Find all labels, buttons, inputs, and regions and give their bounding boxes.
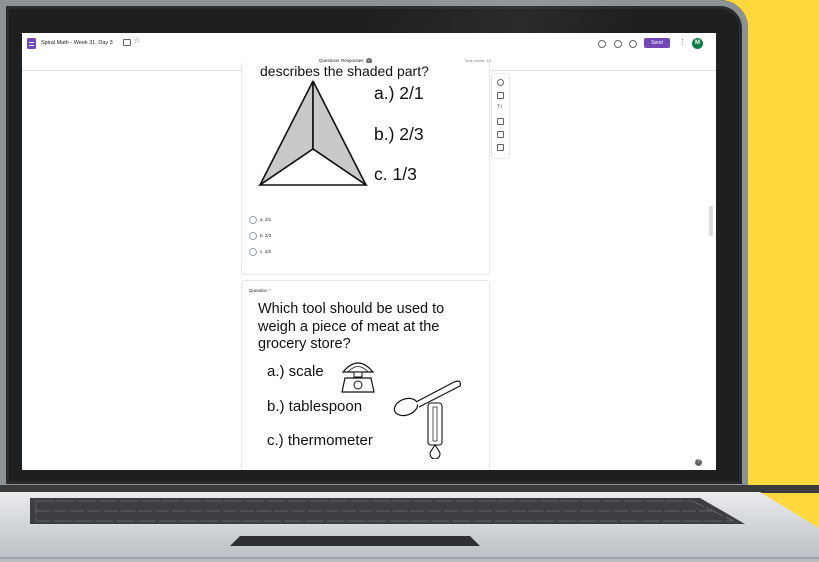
help-icon[interactable]: ? bbox=[695, 459, 702, 466]
add-question-icon[interactable] bbox=[497, 79, 504, 86]
question-image-text: Which tool should be used to weigh a pie… bbox=[258, 301, 445, 352]
thermometer-icon bbox=[427, 402, 443, 459]
scale-icon bbox=[341, 362, 375, 393]
shaded-triangle-image bbox=[258, 80, 368, 186]
star-icon[interactable]: ☆ bbox=[133, 36, 140, 46]
add-image-icon[interactable] bbox=[497, 118, 504, 125]
image-choice-b: b.) tablespoon bbox=[267, 398, 363, 415]
image-choice-a: a.) 2/1 bbox=[374, 83, 424, 103]
avatar[interactable]: M bbox=[692, 38, 703, 49]
question-label-text: Question bbox=[249, 288, 268, 293]
document-title[interactable]: Spiral Math - Week 31, Day 3 bbox=[41, 40, 113, 46]
palette-icon[interactable] bbox=[598, 40, 606, 48]
add-title-icon[interactable]: Tт bbox=[497, 105, 502, 110]
required-mark: * bbox=[268, 288, 271, 293]
image-choice-c: c. 1/3 bbox=[374, 164, 417, 184]
form-editor: describes the shaded part? a.) 2/1 b.) 2… bbox=[22, 63, 716, 470]
question-label: Question * bbox=[249, 288, 270, 293]
laptop-keyboard-deck bbox=[0, 492, 819, 562]
preview-eye-icon[interactable] bbox=[614, 40, 622, 48]
image-choice-a: a.) scale bbox=[267, 363, 324, 380]
forms-logo-icon[interactable] bbox=[27, 38, 36, 49]
send-button[interactable]: Send bbox=[644, 38, 670, 48]
screen: Spiral Math - Week 31, Day 3 ☆ Send ⋮ M … bbox=[22, 33, 716, 470]
question-card[interactable]: Question * Which tool should be used to … bbox=[241, 280, 490, 470]
question-card[interactable]: describes the shaded part? a.) 2/1 b.) 2… bbox=[241, 63, 490, 275]
radio-button[interactable] bbox=[249, 216, 257, 224]
add-section-icon[interactable] bbox=[497, 144, 504, 151]
image-choice-c: c.) thermometer bbox=[267, 432, 373, 449]
option-label: a. 2/1 bbox=[260, 217, 272, 222]
image-choice-b: b.) 2/3 bbox=[374, 124, 424, 144]
folder-icon[interactable] bbox=[123, 39, 131, 46]
radio-button[interactable] bbox=[249, 232, 257, 240]
add-video-icon[interactable] bbox=[497, 131, 504, 138]
more-options-icon[interactable]: ⋮ bbox=[679, 38, 686, 48]
import-questions-icon[interactable] bbox=[497, 92, 504, 99]
option-label: c. 1/3 bbox=[260, 249, 272, 254]
scrollbar-thumb[interactable] bbox=[709, 206, 713, 236]
laptop-lid: Spiral Math - Week 31, Day 3 ☆ Send ⋮ M … bbox=[0, 0, 748, 490]
settings-icon[interactable] bbox=[629, 40, 637, 48]
option-label: b. 2/3 bbox=[260, 233, 272, 238]
app-header: Spiral Math - Week 31, Day 3 ☆ Send ⋮ M bbox=[22, 33, 716, 55]
floating-toolbar: Tт bbox=[491, 73, 510, 159]
radio-button[interactable] bbox=[249, 248, 257, 256]
